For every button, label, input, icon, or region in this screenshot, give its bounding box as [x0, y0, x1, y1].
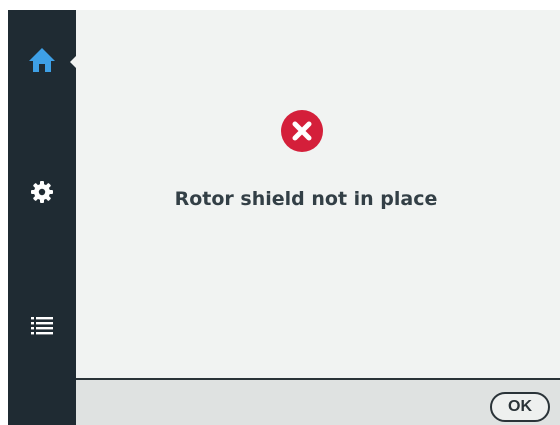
ok-button[interactable]: OK: [490, 392, 550, 422]
sidebar-item-list[interactable]: [8, 300, 76, 356]
list-icon: [31, 316, 53, 340]
gear-icon: [30, 180, 54, 208]
app-frame: Rotor shield not in place OK: [8, 10, 560, 425]
alert-message: Rotor shield not in place: [174, 188, 438, 210]
sidebar-item-settings[interactable]: [8, 166, 76, 222]
error-x-icon: [280, 109, 324, 153]
sidebar-item-home[interactable]: [8, 34, 77, 90]
home-icon: [27, 46, 57, 78]
footer-bar: OK: [76, 378, 560, 425]
alert-panel: Rotor shield not in place: [76, 10, 560, 378]
sidebar: [8, 10, 77, 425]
